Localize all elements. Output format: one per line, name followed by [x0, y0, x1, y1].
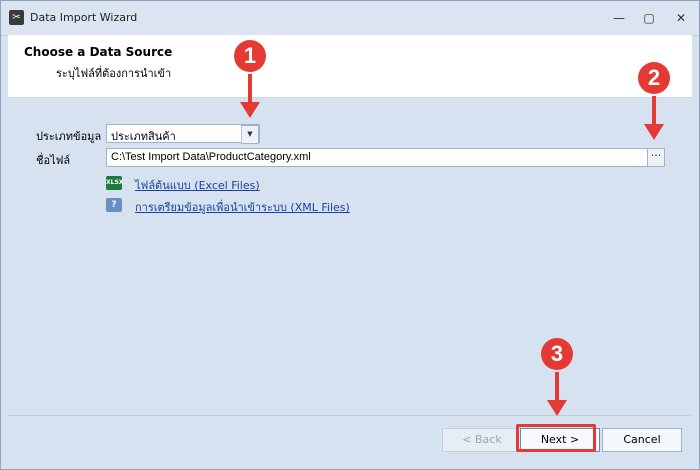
chevron-down-icon[interactable]: ▼	[241, 125, 259, 144]
xml-guide-link-text[interactable]: การเตรียมข้อมูลเพื่อนำเข้าระบบ (XML File…	[135, 198, 350, 216]
window-title: Data Import Wizard	[30, 11, 138, 24]
annotation-arrow-3	[547, 372, 567, 416]
wizard-header: Choose a Data Source ระบุไฟล์ที่ต้องการน…	[8, 35, 692, 98]
annotation-marker-3: 3	[541, 338, 573, 370]
excel-template-link-text[interactable]: ไฟล์ต้นแบบ (Excel Files)	[135, 176, 260, 194]
annotation-marker-2: 2	[638, 62, 670, 94]
maximize-icon[interactable]: ▢	[637, 8, 661, 28]
data-type-value: ประเภทสินค้า	[111, 130, 176, 143]
help-document-icon: ?	[106, 198, 122, 212]
title-bar: ✂ Data Import Wizard — ▢ ✕	[1, 1, 699, 36]
minimize-icon[interactable]: —	[607, 8, 631, 28]
annotation-arrow-1	[240, 74, 260, 118]
page-title: Choose a Data Source	[24, 45, 173, 59]
file-path-input[interactable]	[106, 148, 656, 167]
footer-divider	[8, 415, 692, 416]
excel-file-icon: XLSX	[106, 176, 123, 190]
page-subtitle: ระบุไฟล์ที่ต้องการนำเข้า	[56, 67, 172, 80]
annotation-marker-1: 1	[234, 40, 266, 72]
cancel-button[interactable]: Cancel	[602, 428, 682, 452]
close-icon[interactable]: ✕	[669, 8, 693, 28]
annotation-arrow-2	[644, 96, 664, 140]
wizard-content	[8, 98, 692, 415]
wizard-tool-icon: ✂	[9, 10, 24, 25]
browse-button[interactable]: ···	[647, 148, 665, 167]
data-type-label: ประเภทข้อมูล	[36, 130, 102, 143]
file-name-label: ชื่อไฟล์	[36, 154, 71, 167]
next-button-highlight	[516, 424, 596, 452]
data-type-select[interactable]: ประเภทสินค้า ▼	[106, 124, 260, 144]
back-button[interactable]: < Back	[442, 428, 522, 452]
